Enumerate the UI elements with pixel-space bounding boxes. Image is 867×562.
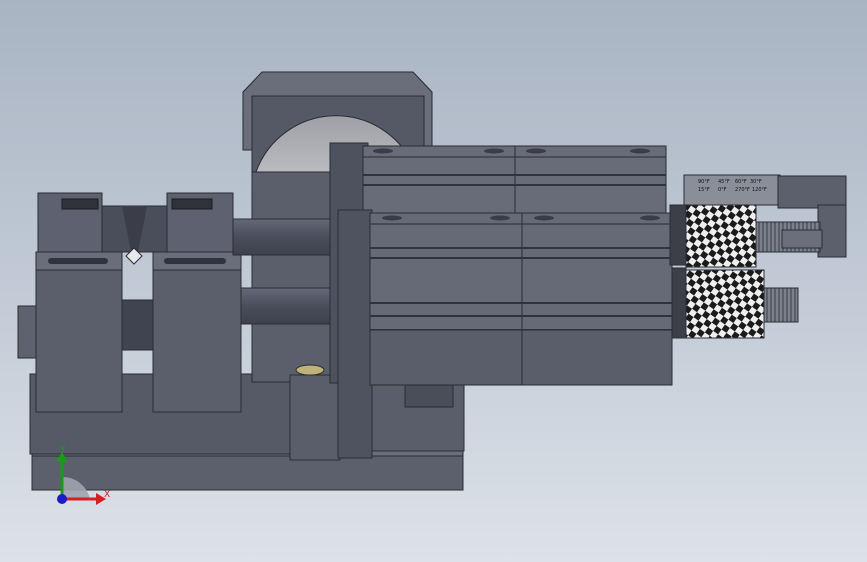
- jaw-block-right-front[interactable]: [152, 251, 242, 413]
- jaw-gap: [121, 299, 154, 351]
- guide-rod-upper[interactable]: [232, 218, 344, 256]
- label-mark: 0°F: [718, 187, 727, 193]
- knurled-fitting-upper[interactable]: [669, 204, 823, 268]
- label-mark: 90°F: [698, 179, 710, 185]
- jaw-block-left-front[interactable]: [35, 251, 123, 413]
- knurled-fitting-lower[interactable]: [671, 267, 799, 339]
- label-mark: 270°F: [735, 187, 750, 193]
- label-mark: 30°F: [750, 179, 762, 185]
- z-axis-dot: [57, 494, 67, 504]
- y-axis-label: Y: [59, 445, 66, 455]
- bolt-head: [295, 364, 325, 376]
- label-mark: 15°F: [698, 187, 710, 193]
- jaw-block-left-rear[interactable]: [37, 192, 103, 254]
- label-mark: 120°F: [752, 187, 767, 193]
- guide-rod-lower[interactable]: [240, 287, 342, 325]
- label-mark: 60°F: [735, 179, 747, 185]
- label-mark: 45°F: [718, 179, 730, 185]
- x-axis-label: X: [104, 490, 110, 500]
- jaw-block-right-rear[interactable]: [166, 192, 234, 254]
- label-plate: 90°F 45°F 60°F 30°F 15°F 0°F 270°F 120°F: [683, 174, 781, 206]
- graphics-viewport[interactable]: 90°F 45°F 60°F 30°F 15°F 0°F 270°F 120°F…: [0, 0, 867, 562]
